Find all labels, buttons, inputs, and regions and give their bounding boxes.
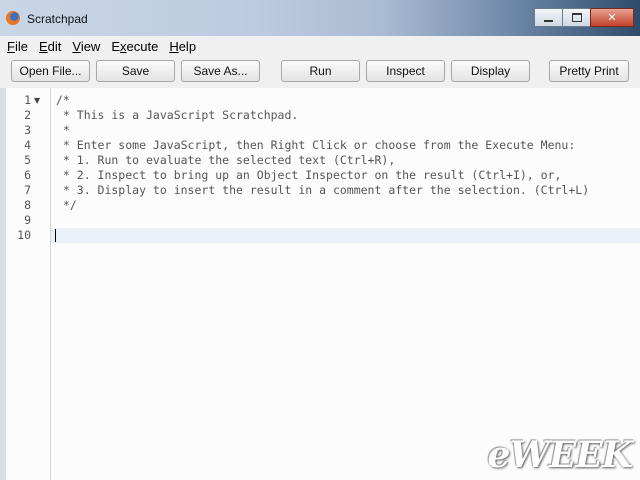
maximize-button[interactable] [562, 8, 591, 27]
close-icon: ✕ [607, 11, 617, 24]
fold-arrow-icon[interactable]: ▼ [34, 93, 40, 108]
menu-view[interactable]: View [65, 39, 104, 54]
code-line: */ [56, 198, 77, 212]
window-title: Scratchpad [27, 12, 88, 26]
run-button[interactable]: Run [281, 60, 360, 82]
line-number: 5 [24, 153, 31, 167]
line-number: 10 [17, 228, 31, 242]
close-button[interactable]: ✕ [590, 8, 634, 27]
firefox-icon [6, 11, 20, 25]
line-number: 7 [24, 183, 31, 197]
code-editor[interactable]: 1 ▼ 2 3 4 5 6 7 8 9 10 /* * This is a Ja… [0, 88, 640, 480]
code-line: * Enter some JavaScript, then Right Clic… [56, 138, 576, 152]
code-line: /* [56, 93, 70, 107]
save-as-button[interactable]: Save As... [181, 60, 260, 82]
menu-file[interactable]: File [0, 39, 32, 54]
menu-edit[interactable]: Edit [32, 39, 65, 54]
maximize-icon [571, 13, 582, 22]
line-number: 2 [24, 108, 31, 122]
open-file-button[interactable]: Open File... [11, 60, 90, 82]
line-number: 8 [24, 198, 31, 212]
line-number: 6 [24, 168, 31, 182]
code-line: * This is a JavaScript Scratchpad. [56, 108, 299, 122]
inspect-button[interactable]: Inspect [366, 60, 445, 82]
current-line-highlight [51, 228, 640, 243]
code-text-area[interactable]: /* * This is a JavaScript Scratchpad. * … [51, 88, 640, 480]
eweek-watermark: eWEEK [487, 434, 633, 476]
code-line: * [56, 123, 70, 137]
pretty-print-button[interactable]: Pretty Print [549, 60, 629, 82]
window-controls: ✕ [534, 8, 634, 27]
line-number: 3 [24, 123, 31, 137]
line-number: 4 [24, 138, 31, 152]
minimize-icon [544, 19, 553, 22]
title-bar: Scratchpad ✕ [0, 0, 640, 36]
code-line: * 1. Run to evaluate the selected text (… [56, 153, 396, 167]
line-number: 9 [24, 213, 31, 227]
code-line: * 2. Inspect to bring up an Object Inspe… [56, 168, 562, 182]
save-button[interactable]: Save [96, 60, 175, 82]
menu-bar: File Edit View Execute Help [0, 36, 640, 56]
toolbar: Open File... Save Save As... Run Inspect… [0, 56, 640, 88]
menu-execute[interactable]: Execute [104, 39, 162, 54]
minimize-button[interactable] [534, 8, 563, 27]
code-line: * 3. Display to insert the result in a c… [56, 183, 590, 197]
line-number: 1 [24, 93, 31, 107]
menu-help[interactable]: Help [162, 39, 200, 54]
display-button[interactable]: Display [451, 60, 530, 82]
text-caret [55, 229, 56, 242]
line-number-gutter: 1 ▼ 2 3 4 5 6 7 8 9 10 [6, 88, 51, 480]
